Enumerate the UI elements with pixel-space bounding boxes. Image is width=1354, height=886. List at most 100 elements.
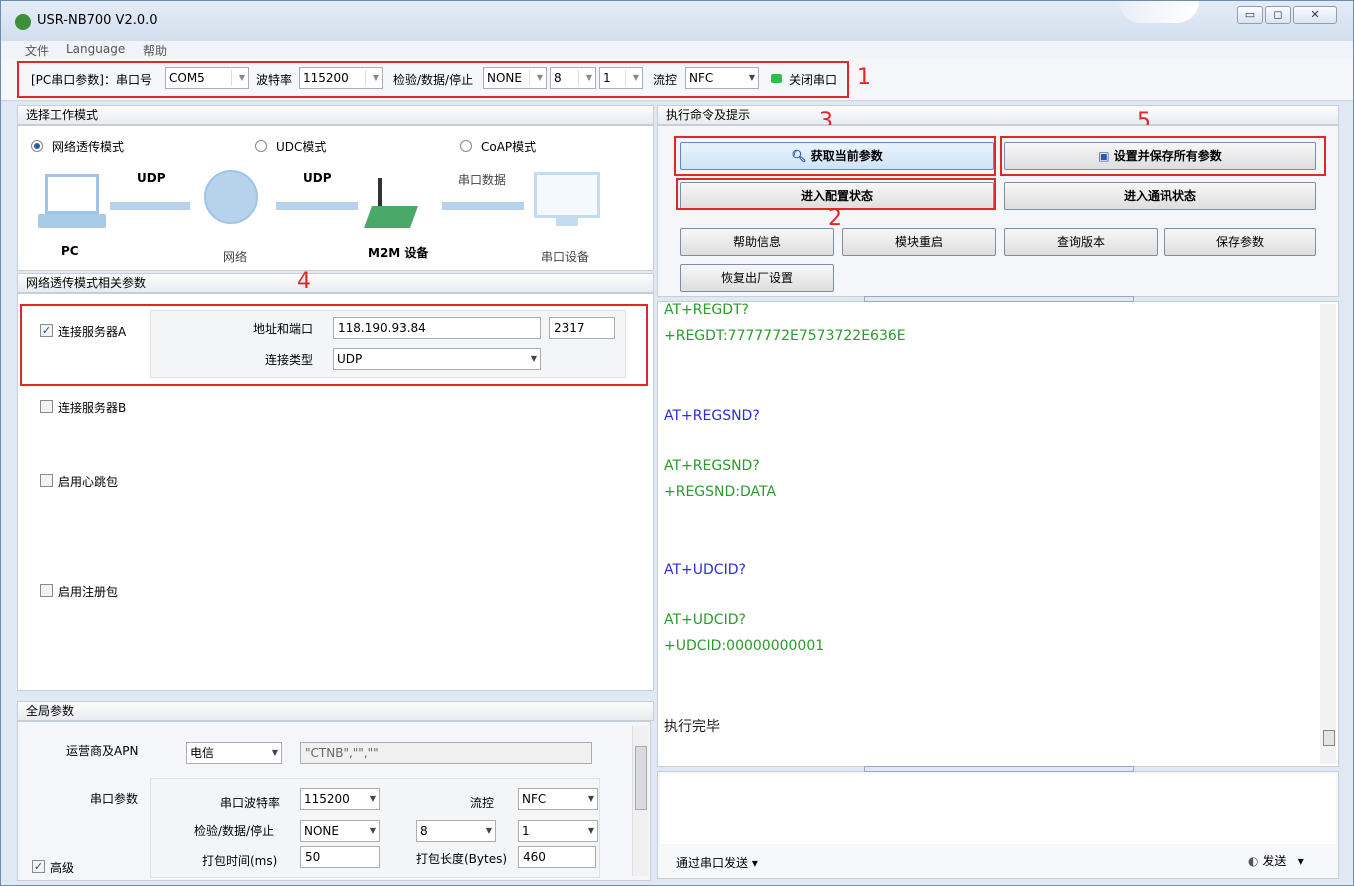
annotation-box-4 [20, 304, 648, 386]
factory-reset-button[interactable]: 恢复出厂设置 [680, 264, 834, 292]
global-parity-select[interactable]: NONE ▼ [300, 820, 380, 842]
send-icon: ◐ [1248, 854, 1259, 868]
annotation-number-4: 4 [297, 269, 311, 294]
heartbeat-label: 启用心跳包 [58, 475, 119, 489]
log-area[interactable]: AT+REGDT? +REGDT:7777772E7573722E636E AT… [657, 296, 1339, 767]
monitor-icon [534, 172, 600, 218]
enter-comm-button[interactable]: 进入通讯状态 [1004, 182, 1316, 210]
network-globe-icon [204, 170, 258, 224]
annotation-box-3 [674, 136, 996, 176]
global-baud-select[interactable]: 115200 ▼ [300, 788, 380, 810]
mode-radio-net[interactable] [31, 140, 43, 152]
splitter-handle[interactable] [864, 766, 1134, 772]
log-line: AT+UDCID? [664, 612, 746, 628]
log-scrollbar[interactable] [1320, 304, 1336, 764]
minimize-button[interactable]: ▭ [1237, 6, 1263, 24]
global-flow-select[interactable]: NFC ▼ [518, 788, 598, 810]
advanced-label: 高级 [50, 861, 75, 875]
send-panel: 通过串口发送 ▾ ◐ 发送 ▾ [657, 766, 1339, 879]
carrier-select[interactable]: 电信 ▼ [186, 742, 282, 764]
apn-label: 运营商及APN [66, 744, 139, 758]
menu-bar: 文件 Language 帮助 [1, 41, 1353, 59]
diagram-net-label: 网络 [223, 250, 248, 264]
chevron-down-icon: ▼ [485, 826, 492, 835]
log-line: AT+REGSND? [664, 458, 760, 474]
chevron-down-icon: ▼ [587, 826, 594, 835]
mode-panel: 网络透传模式 UDC模式 CoAP模式 PC UDP 网络 UDP M2M 设备… [17, 125, 654, 271]
diagram-serial-data-label: 串口数据 [458, 173, 507, 187]
diagram-pc-label: PC [61, 244, 79, 258]
global-scrollbar[interactable] [632, 726, 648, 876]
send-input[interactable] [660, 774, 1336, 844]
log-line: 执行完毕 [664, 719, 720, 735]
menu-help[interactable]: 帮助 [143, 42, 167, 59]
scroll-thumb[interactable] [635, 746, 647, 810]
net-params-panel: ✓ 连接服务器A 地址和端口 118.190.93.84 2317 连接类型 U… [17, 293, 654, 691]
query-version-button[interactable]: 查询版本 [1004, 228, 1158, 256]
pack-time-input[interactable]: 50 [300, 846, 380, 868]
mode-radio-udc[interactable] [255, 140, 267, 152]
log-line: AT+REGSND? [664, 408, 760, 424]
annotation-number-2: 2 [828, 206, 842, 231]
title-bar: USR-NB700 V2.0.0 ▭ ◻ ✕ [1, 1, 1353, 41]
maximize-button[interactable]: ◻ [1265, 6, 1291, 24]
global-databits-select[interactable]: 8 ▼ [416, 820, 496, 842]
global-params-panel: 运营商及APN 电信 ▼ "CTNB","","" 串口参数 串口波特率 1152… [17, 721, 651, 881]
log-line: +REGSND:DATA [664, 484, 777, 500]
global-stopbits-select[interactable]: 1 ▼ [518, 820, 598, 842]
menu-file[interactable]: 文件 [25, 42, 49, 59]
chevron-down-icon: ▼ [369, 794, 376, 803]
monitor-stand-icon [556, 218, 578, 226]
double-arrow-icon [442, 202, 524, 210]
mode-label-net[interactable]: 网络透传模式 [52, 138, 124, 155]
app-window: USR-NB700 V2.0.0 ▭ ◻ ✕ 文件 Language 帮助 [P… [0, 0, 1354, 886]
mode-panel-header: 选择工作模式 [17, 105, 654, 125]
advanced-checkbox[interactable]: ✓ [32, 860, 45, 873]
pack-time-label: 打包时间(ms) [202, 854, 278, 868]
heartbeat-checkbox[interactable] [40, 474, 53, 487]
serial-params-label: 串口参数 [90, 792, 139, 806]
pack-len-label: 打包长度(Bytes) [416, 852, 508, 866]
global-flow-label: 流控 [470, 796, 495, 810]
chevron-down-icon: ▼ [271, 748, 278, 757]
server-b-label: 连接服务器B [58, 401, 127, 415]
close-button[interactable]: ✕ [1293, 6, 1337, 24]
net-params-header: 网络透传模式相关参数 [17, 273, 654, 293]
chevron-down-icon: ▾ [1297, 854, 1304, 868]
global-parity-label: 检验/数据/停止 [194, 824, 275, 838]
double-arrow-icon [276, 202, 358, 210]
save-params-button[interactable]: 保存参数 [1164, 228, 1316, 256]
mode-radio-coap[interactable] [460, 140, 472, 152]
log-line: AT+UDCID? [664, 562, 746, 578]
module-restart-button[interactable]: 模块重启 [842, 228, 996, 256]
serial-toolbar: [PC串口参数]：串口号 COM5 ▼ 波特率 115200 ▼ 检验/数据/停止 … [1, 59, 1353, 101]
diagram-udp-label-2: UDP [303, 171, 332, 185]
mode-label-udc[interactable]: UDC模式 [276, 138, 326, 155]
send-button[interactable]: ◐ 发送 ▾ [1248, 852, 1304, 869]
pc-icon [45, 174, 99, 214]
chevron-down-icon: ▼ [369, 826, 376, 835]
decorative-logo [1119, 1, 1199, 23]
help-info-button[interactable]: 帮助信息 [680, 228, 834, 256]
double-arrow-icon [110, 202, 190, 210]
global-baud-label: 串口波特率 [220, 796, 281, 810]
chevron-down-icon: ▼ [587, 794, 594, 803]
diagram-m2m-label: M2M 设备 [368, 246, 429, 260]
apn-input[interactable]: "CTNB","","" [300, 742, 592, 764]
chevron-down-icon: ▾ [751, 856, 758, 870]
diagram-udp-label-1: UDP [137, 171, 166, 185]
send-via-dropdown[interactable]: 通过串口发送 ▾ [676, 854, 758, 871]
annotation-number-1: 1 [857, 65, 871, 90]
register-checkbox[interactable] [40, 584, 53, 597]
mode-label-coap[interactable]: CoAP模式 [481, 138, 536, 155]
pack-len-input[interactable]: 460 [518, 846, 596, 868]
global-params-header: 全局参数 [17, 701, 654, 721]
annotation-box-1 [17, 61, 849, 98]
diagram-serial-dev-label: 串口设备 [541, 250, 590, 264]
server-b-checkbox[interactable] [40, 400, 53, 413]
log-line: +REGDT:7777772E7573722E636E [664, 328, 906, 344]
menu-language[interactable]: Language [66, 42, 125, 56]
scroll-thumb[interactable] [1323, 730, 1335, 746]
cmd-panel: 🔍︎ 获取当前参数 ▣ 设置并保存所有参数 进入配置状态 2 进入通讯状态 帮助… [657, 125, 1339, 297]
splitter-handle[interactable] [864, 296, 1134, 302]
